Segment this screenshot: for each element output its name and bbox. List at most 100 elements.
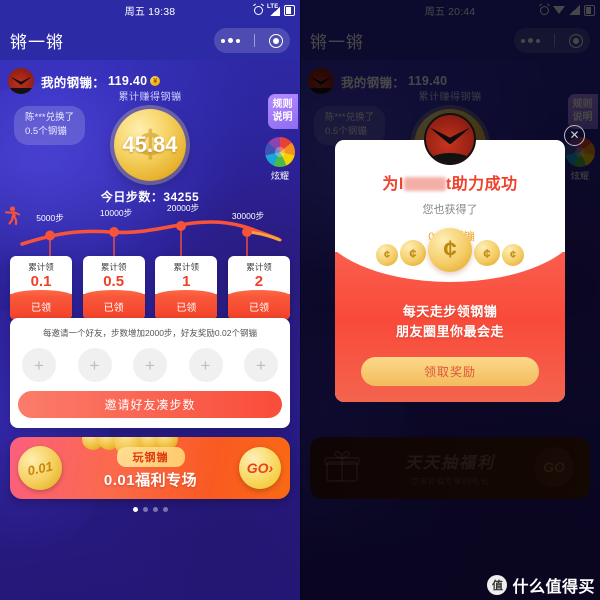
milestone-card[interactable]: 累计领 0.5 已领 (82, 256, 145, 321)
today-steps: 今日步数：34255 (100, 190, 200, 204)
milestone-label-3: 30000步 (231, 211, 265, 221)
milestone-cards: 累计领 0.1 已领 累计领 0.5 已领 累计领 1 已领 累计领 2 已领 (10, 256, 290, 321)
user-balance-row[interactable]: 我的钢镚： 119.40 ¥ (8, 68, 161, 94)
envelope-coin-icon: ¢ (502, 244, 524, 266)
envelope-coin-icon: ¢ (474, 240, 500, 266)
invite-slots: + + + + + (22, 348, 278, 382)
promo-text: 玩钢镚 0.01福利专场 (62, 446, 239, 490)
avatar[interactable] (8, 68, 34, 94)
balance-value: 119.40 (108, 74, 148, 88)
modal-title-suffix: 助力成功 (451, 176, 518, 193)
invite-slot-add[interactable]: + (22, 348, 56, 382)
milestone-card-status: 已领 (10, 290, 72, 321)
invite-slot-add[interactable]: + (133, 348, 167, 382)
milestone-track: 5000步 10000步 20000步 30000步 (0, 203, 300, 256)
envelope-coin-icon: ¢ (400, 240, 426, 266)
promo-badge-coin: 0.01 (13, 441, 67, 495)
panel-divider (300, 0, 301, 600)
status-time: 19:38 (148, 5, 176, 18)
more-dots-icon[interactable] (221, 38, 240, 43)
envelope-coin-icon: ¢ (376, 244, 398, 266)
alarm-icon (254, 5, 263, 15)
toast-line-1: 陈***兑换了 (25, 112, 75, 123)
invite-friends-card: 每邀请一个好友，步数增加2000步，好友奖励0.02个钢镚 + + + + + … (10, 318, 290, 428)
avatar-wing-shape (11, 76, 31, 85)
capsule-divider (254, 34, 255, 47)
rules-label-line1: 规则 (272, 99, 293, 110)
milestone-card-title: 累计领 (173, 262, 200, 272)
milestone-card-status: 已领 (155, 290, 218, 321)
friend-avatar (424, 113, 476, 165)
home-content: 我的钢镚： 119.40 ¥ 陈***兑换了 0.5个钢镚 规则 说明 炫耀 累… (0, 60, 300, 600)
promo-banner[interactable]: 0.01 玩钢镚 0.01福利专场 GO › (10, 437, 290, 499)
watermark-badge: 值 (487, 575, 508, 595)
target-icon[interactable] (269, 33, 283, 48)
envelope-coin-icon-large: ¢ (428, 228, 472, 272)
envelope-coin-row: ¢ ¢ ¢ ¢ ¢ (335, 228, 565, 272)
milestone-label-2: 20000步 (166, 203, 200, 213)
balance-text: 我的钢镚： 119.40 ¥ (41, 72, 161, 91)
battery-icon (284, 4, 295, 16)
milestone-card-top: 累计领 1 (155, 256, 217, 294)
invite-slot-add[interactable]: + (244, 348, 278, 382)
balance-label: 我的钢镚： (41, 75, 106, 90)
app-title: 锵一锵 (10, 32, 64, 52)
milestone-card[interactable]: 累计领 0.1 已领 (10, 256, 72, 321)
milestone-card-amount: 1 (182, 273, 191, 290)
shutter-icon[interactable] (265, 137, 295, 167)
milestone-label-0: 5000步 (36, 213, 64, 223)
promo-go-label: GO (246, 460, 269, 476)
left-phone-panel: 周五 19:38 LTE 锵一锵 (0, 0, 300, 600)
modal-slogan: 每天走步领钢镚 朋友圈里你最会走 (335, 302, 565, 342)
milestone-card-amount: 0.5 (103, 273, 125, 290)
milestone-card-title: 累计领 (246, 262, 272, 272)
promo-subtitle: 0.01福利专场 (103, 471, 198, 489)
rules-button[interactable]: 规则 说明 (267, 94, 298, 129)
app-title-bar-left: 锵一锵 (0, 20, 300, 60)
reward-modal: 为lt助力成功 您也获得了 0.02钢镚 ¢ ¢ ¢ ¢ ¢ 每天走步领钢镚 朋… (335, 140, 565, 402)
lte-signal-icon: LTE (267, 4, 280, 16)
milestone-card-top: 累计领 0.1 (10, 256, 72, 294)
modal-subtitle: 您也获得了 (422, 204, 478, 216)
invite-slot-add[interactable]: + (188, 348, 223, 382)
milestone-label-1: 10000步 (99, 208, 133, 218)
milestone-card[interactable]: 累计领 1 已领 (155, 256, 218, 321)
activity-toast: 陈***兑换了 0.5个钢镚 (14, 106, 86, 145)
status-icons-left: LTE (254, 0, 295, 20)
milestone-card-top: 累计领 2 (228, 256, 290, 294)
carousel-dot-active[interactable] (132, 507, 138, 512)
coin-icon: ¥ (150, 76, 161, 86)
dual-phone-screenshot: 周五 19:38 LTE 锵一锵 (0, 0, 600, 600)
milestone-card-title: 累计领 (100, 262, 127, 272)
invite-tip: 每邀请一个好友，步数增加2000步，好友奖励0.02个钢镚 (43, 328, 257, 338)
claim-reward-button[interactable]: 领取奖励 (361, 357, 539, 386)
close-icon[interactable]: ✕ (564, 125, 585, 146)
share-label: 炫耀 (270, 171, 289, 181)
carousel-indicator (0, 507, 300, 512)
promo-pill-label: 玩钢镚 (116, 446, 185, 467)
invite-slot-add[interactable]: + (77, 348, 112, 382)
red-envelope: ¢ ¢ ¢ ¢ ¢ 每天走步领钢镚 朋友圈里你最会走 领取奖励 (335, 228, 565, 402)
milestone-card-status: 已领 (82, 290, 145, 321)
total-earned-coin: ¢ 45.84 (114, 109, 186, 181)
modal-slogan-line-2: 朋友圈里你最会走 (395, 324, 504, 340)
status-clock-left: 周五 19:38 (125, 3, 176, 18)
share-button[interactable]: 炫耀 (265, 137, 295, 182)
modal-title-prefix: 为 (382, 176, 399, 193)
modal-slogan-line-1: 每天走步领钢镚 (402, 304, 498, 319)
right-phone-panel: 周五 20:44 锵一锵 (300, 0, 600, 600)
total-earned-value: 45.84 (122, 132, 178, 157)
avatar-cap-shape (8, 88, 34, 94)
mini-program-capsule-left[interactable] (214, 28, 290, 53)
milestone-card-top: 累计领 0.5 (83, 256, 145, 294)
watermark: 值 什么值得买 (487, 573, 595, 597)
carousel-dot[interactable] (162, 507, 168, 512)
carousel-dot[interactable] (152, 507, 158, 512)
milestone-card-amount: 0.1 (30, 273, 52, 290)
milestone-card[interactable]: 累计领 2 已领 (227, 256, 290, 321)
promo-go-button[interactable]: GO › (239, 447, 281, 489)
invite-friends-button[interactable]: 邀请好友凑步数 (18, 391, 282, 418)
rules-label-line2: 说明 (272, 111, 293, 123)
status-day: 周五 (124, 6, 146, 18)
carousel-dot[interactable] (142, 507, 148, 512)
